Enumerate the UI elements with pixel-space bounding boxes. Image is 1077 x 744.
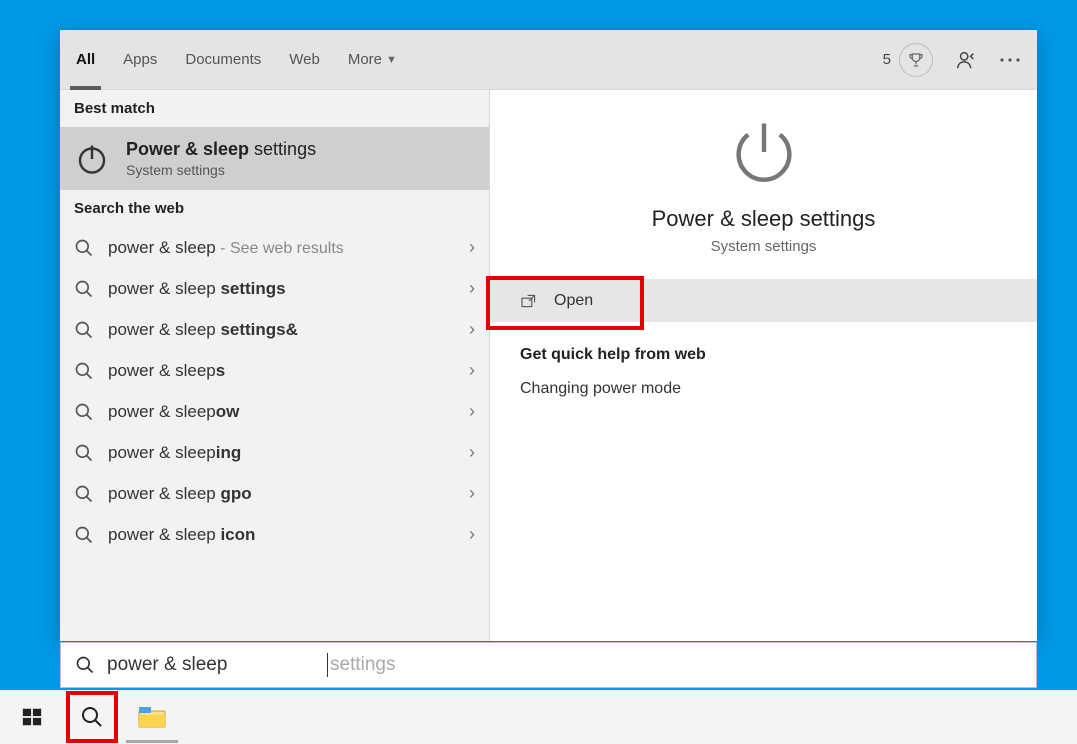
web-result-item[interactable]: power & sleeps › (60, 350, 489, 391)
quick-help-title: Get quick help from web (520, 346, 1007, 364)
web-result-text: power & sleepow (108, 402, 455, 422)
taskbar-search-button[interactable] (66, 691, 118, 743)
web-result-item[interactable]: power & sleep gpo › (60, 473, 489, 514)
power-icon (74, 141, 110, 177)
tab-more[interactable]: More ▼ (348, 30, 397, 89)
file-explorer-button[interactable] (126, 691, 178, 743)
quick-help-block: Get quick help from web Changing power m… (490, 322, 1037, 422)
search-icon (74, 361, 94, 381)
text-caret (327, 653, 328, 677)
search-input[interactable] (107, 654, 327, 676)
search-icon (74, 238, 94, 258)
search-icon (74, 443, 94, 463)
search-ghost-text: settings (330, 654, 395, 676)
preview-title: Power & sleep settings (652, 206, 876, 232)
best-match-item[interactable]: Power & sleep settings System settings (60, 127, 489, 190)
quick-help-link[interactable]: Changing power mode (520, 380, 1007, 398)
preview-column: Power & sleep settings System settings O… (490, 90, 1037, 641)
preview-header: Power & sleep settings System settings (490, 90, 1037, 280)
tab-web[interactable]: Web (289, 30, 320, 89)
tabs-row: All Apps Documents Web More ▼ 5 (60, 30, 1037, 90)
search-icon (74, 279, 94, 299)
tab-more-label: More (348, 51, 382, 68)
power-icon (726, 114, 802, 190)
open-action[interactable]: Open (490, 280, 1037, 322)
chevron-right-icon: › (469, 401, 475, 422)
web-result-item[interactable]: power & sleep settings › (60, 268, 489, 309)
rewards-count: 5 (883, 51, 891, 68)
web-result-text: power & sleep gpo (108, 484, 455, 504)
web-result-text: power & sleep settings& (108, 320, 455, 340)
best-match-title: Power & sleep settings (126, 139, 316, 160)
tabs-left: All Apps Documents Web More ▼ (76, 30, 397, 89)
start-button[interactable] (6, 691, 58, 743)
search-icon (75, 655, 95, 675)
chevron-right-icon: › (469, 483, 475, 504)
web-result-text: power & sleeps (108, 361, 455, 381)
best-match-title-bold: Power & sleep (126, 139, 249, 159)
results-column: Best match Power & sleep settings System… (60, 90, 490, 641)
chevron-right-icon: › (469, 319, 475, 340)
chevron-right-icon: › (469, 442, 475, 463)
panel-body: Best match Power & sleep settings System… (60, 90, 1037, 641)
preview-subtitle: System settings (711, 238, 817, 255)
chevron-right-icon: › (469, 237, 475, 258)
tab-apps[interactable]: Apps (123, 30, 157, 89)
person-icon[interactable] (955, 49, 977, 71)
more-icon[interactable] (999, 49, 1021, 71)
rewards-badge[interactable]: 5 (883, 43, 933, 77)
best-match-label: Best match (60, 90, 489, 127)
web-results-list: power & sleep - See web results›power & … (60, 227, 489, 555)
web-result-item[interactable]: power & sleeping › (60, 432, 489, 473)
taskbar (0, 690, 1077, 744)
trophy-icon (899, 43, 933, 77)
web-result-text: power & sleep settings (108, 279, 455, 299)
tab-all[interactable]: All (76, 30, 95, 89)
chevron-right-icon: › (469, 524, 475, 545)
search-input-row[interactable]: settings (60, 642, 1037, 688)
search-icon (74, 320, 94, 340)
web-result-text: power & sleep - See web results (108, 238, 455, 258)
search-icon (74, 402, 94, 422)
web-result-item[interactable]: power & sleep settings& › (60, 309, 489, 350)
best-match-title-rest: settings (249, 139, 316, 159)
web-result-text: power & sleeping (108, 443, 455, 463)
chevron-right-icon: › (469, 278, 475, 299)
tabs-right: 5 (883, 43, 1021, 77)
open-icon (520, 294, 538, 308)
search-icon (74, 484, 94, 504)
search-panel: All Apps Documents Web More ▼ 5 (60, 30, 1037, 641)
web-result-item[interactable]: power & sleepow › (60, 391, 489, 432)
search-web-label: Search the web (60, 190, 489, 227)
best-match-text: Power & sleep settings System settings (126, 139, 316, 178)
web-result-item[interactable]: power & sleep - See web results › (60, 227, 489, 268)
web-result-text: power & sleep icon (108, 525, 455, 545)
chevron-right-icon: › (469, 360, 475, 381)
search-icon (74, 525, 94, 545)
chevron-down-icon: ▼ (386, 54, 397, 66)
web-result-item[interactable]: power & sleep icon › (60, 514, 489, 555)
best-match-subtitle: System settings (126, 162, 316, 178)
tab-documents[interactable]: Documents (185, 30, 261, 89)
open-label: Open (554, 292, 593, 310)
